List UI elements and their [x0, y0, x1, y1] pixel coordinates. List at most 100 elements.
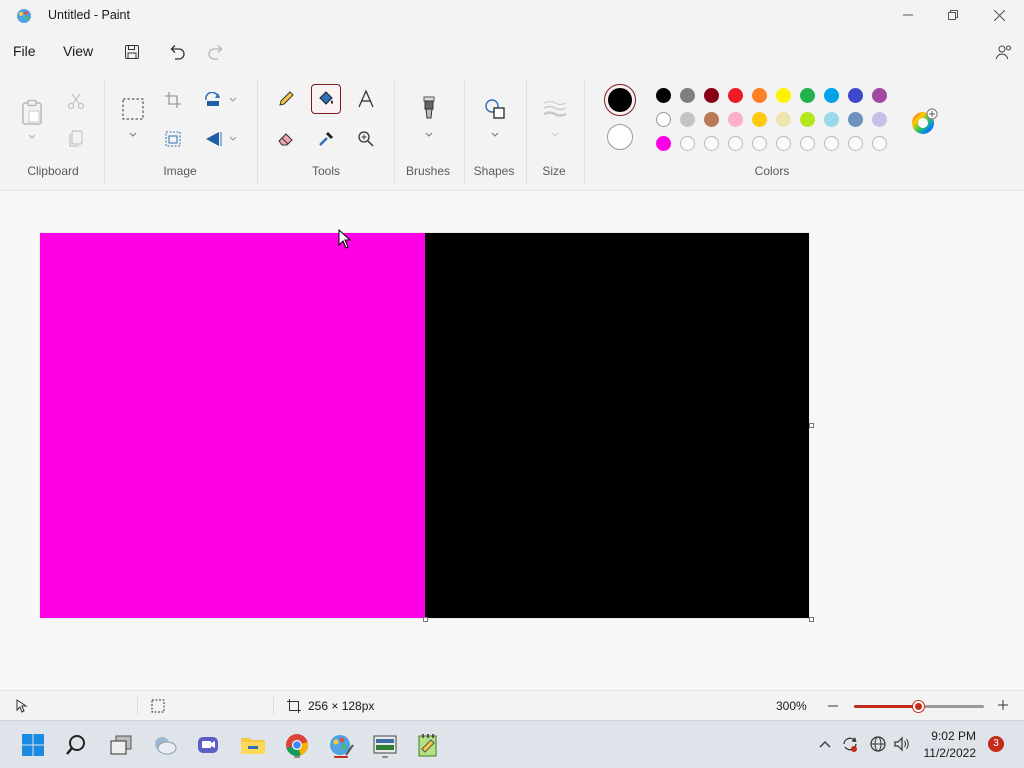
- resize-handle-right[interactable]: [809, 423, 814, 428]
- window-title: Untitled - Paint: [48, 8, 130, 22]
- ribbon-divider: [584, 80, 585, 184]
- fill-tool[interactable]: [311, 84, 341, 114]
- widgets-button[interactable]: [149, 729, 181, 761]
- palette-color-swatch[interactable]: [728, 112, 743, 127]
- chrome-button[interactable]: [281, 729, 313, 761]
- save-button[interactable]: [121, 41, 143, 63]
- palette-color-swatch[interactable]: [872, 112, 887, 127]
- start-button[interactable]: [17, 729, 49, 761]
- ribbon-divider: [257, 80, 258, 184]
- zoom-slider[interactable]: [854, 701, 984, 712]
- zoom-slider-thumb[interactable]: [913, 701, 924, 712]
- palette-color-swatch[interactable]: [728, 88, 743, 103]
- taskbar: 9:02 PM 11/2/2022: [0, 720, 1024, 768]
- custom-color-slot[interactable]: [800, 136, 815, 151]
- rotate-button[interactable]: [198, 85, 228, 115]
- palette-color-swatch[interactable]: [776, 88, 791, 103]
- select-chevron-icon[interactable]: [128, 130, 138, 140]
- palette-color-swatch[interactable]: [704, 112, 719, 127]
- rotate-chevron-icon[interactable]: [228, 95, 238, 105]
- palette-color-swatch[interactable]: [752, 112, 767, 127]
- text-tool[interactable]: [351, 84, 381, 114]
- palette-color-swatch[interactable]: [824, 112, 839, 127]
- palette-color-swatch[interactable]: [800, 88, 815, 103]
- close-button[interactable]: [976, 0, 1022, 30]
- brushes-chevron-icon[interactable]: [424, 130, 434, 140]
- redo-button[interactable]: [205, 41, 227, 63]
- magnifier-tool[interactable]: [351, 124, 381, 154]
- paint-taskbar-button[interactable]: [325, 729, 357, 761]
- status-divider: [137, 697, 138, 715]
- copy-button[interactable]: [61, 124, 91, 154]
- sync-icon[interactable]: [841, 735, 859, 753]
- drawing-canvas[interactable]: [40, 233, 809, 618]
- custom-color-slot[interactable]: [752, 136, 767, 151]
- resize-handle-corner[interactable]: [809, 617, 814, 622]
- flip-chevron-icon[interactable]: [228, 134, 238, 144]
- maximize-button[interactable]: [930, 0, 976, 30]
- volume-icon[interactable]: [893, 735, 911, 753]
- palette-color-swatch[interactable]: [752, 88, 767, 103]
- pencil-tool[interactable]: [271, 84, 301, 114]
- palette-color-swatch[interactable]: [656, 136, 671, 151]
- shapes-chevron-icon[interactable]: [490, 130, 500, 140]
- app-button-2[interactable]: [412, 729, 444, 761]
- select-button[interactable]: [118, 94, 148, 124]
- size-chevron-icon[interactable]: [550, 130, 560, 140]
- custom-color-slot[interactable]: [776, 136, 791, 151]
- custom-color-slot[interactable]: [728, 136, 743, 151]
- custom-color-slot[interactable]: [680, 136, 695, 151]
- teams-chat-button[interactable]: [192, 729, 224, 761]
- chevron-up-icon[interactable]: [819, 739, 831, 749]
- palette-color-swatch[interactable]: [776, 112, 791, 127]
- account-button[interactable]: [993, 41, 1015, 63]
- palette-color-swatch[interactable]: [872, 88, 887, 103]
- palette-color-swatch[interactable]: [656, 112, 671, 127]
- globe-network-icon[interactable]: [869, 735, 887, 753]
- task-view-button[interactable]: [105, 729, 137, 761]
- search-button[interactable]: [60, 729, 92, 761]
- resize-handle-bottom[interactable]: [423, 617, 428, 622]
- app-button-1[interactable]: [369, 729, 401, 761]
- edit-colors-button[interactable]: [910, 108, 938, 136]
- crop-button[interactable]: [158, 85, 188, 115]
- custom-color-slot[interactable]: [704, 136, 719, 151]
- palette-color-swatch[interactable]: [848, 88, 863, 103]
- paste-icon: [22, 99, 42, 125]
- palette-color-swatch[interactable]: [680, 112, 695, 127]
- palette-color-swatch[interactable]: [680, 88, 695, 103]
- palette-color-swatch[interactable]: [824, 88, 839, 103]
- shapes-button[interactable]: [480, 94, 510, 124]
- palette-color-swatch[interactable]: [656, 88, 671, 103]
- minimize-button[interactable]: [885, 0, 931, 30]
- brushes-button[interactable]: [414, 94, 444, 124]
- flip-button[interactable]: [198, 124, 228, 154]
- palette-color-swatch[interactable]: [800, 112, 815, 127]
- zoom-in-icon[interactable]: [997, 699, 1009, 711]
- clock-date[interactable]: 11/2/2022: [924, 746, 977, 760]
- color-picker-tool[interactable]: [311, 124, 341, 154]
- cut-button[interactable]: [61, 86, 91, 116]
- clock-time[interactable]: 9:02 PM: [931, 729, 976, 743]
- view-menu[interactable]: View: [63, 43, 93, 59]
- custom-color-slot[interactable]: [824, 136, 839, 151]
- custom-color-slot[interactable]: [848, 136, 863, 151]
- paste-chevron-icon[interactable]: [27, 132, 37, 142]
- file-explorer-button[interactable]: [237, 729, 269, 761]
- canvas-area[interactable]: [0, 190, 1024, 690]
- custom-color-slot[interactable]: [872, 136, 887, 151]
- palette-color-swatch[interactable]: [704, 88, 719, 103]
- primary-color-swatch[interactable]: [604, 84, 636, 116]
- eraser-tool[interactable]: [271, 124, 301, 154]
- zoom-out-icon[interactable]: [827, 700, 839, 712]
- file-menu[interactable]: File: [13, 43, 36, 59]
- running-indicator: [294, 756, 300, 758]
- paste-button[interactable]: [16, 94, 48, 130]
- notification-badge[interactable]: 3: [988, 736, 1004, 752]
- palette-color-swatch[interactable]: [848, 112, 863, 127]
- size-button[interactable]: [540, 94, 570, 124]
- resize-button[interactable]: [158, 124, 188, 154]
- secondary-color-swatch[interactable]: [607, 124, 633, 150]
- brush-icon: [423, 96, 435, 119]
- undo-button[interactable]: [166, 41, 188, 63]
